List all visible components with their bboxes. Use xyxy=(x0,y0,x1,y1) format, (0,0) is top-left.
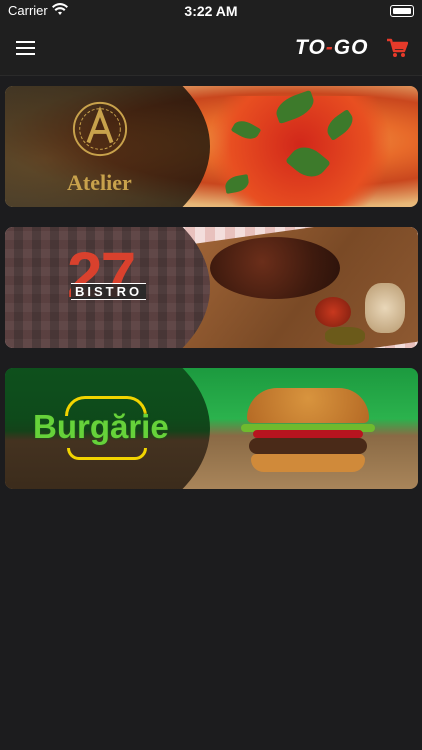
restaurant-name: Atelier xyxy=(5,86,6,87)
burgarie-logo-text: Burgărie xyxy=(33,408,169,445)
atelier-logo-text: Atelier xyxy=(67,170,132,195)
navigation-bar: TO-GO xyxy=(0,22,422,76)
hamburger-menu-icon[interactable] xyxy=(14,36,38,60)
bistro-logo-panel: 27 BISTRO Bistro 27 xyxy=(5,227,210,348)
restaurant-list: Atelier Atelier 27 BISTRO Bistro 27 xyxy=(5,86,418,509)
status-bar: Carrier 3:22 AM xyxy=(0,0,422,22)
restaurant-card-bistro-27[interactable]: 27 BISTRO Bistro 27 xyxy=(5,227,418,348)
togo-logo: TO-GO xyxy=(295,36,368,60)
battery-icon xyxy=(390,5,414,17)
logo-dash: - xyxy=(325,36,334,59)
restaurant-name: Burgărie xyxy=(5,368,6,369)
restaurant-name: Bistro 27 xyxy=(5,227,6,228)
bistro-logo-word: BISTRO xyxy=(71,283,147,300)
logo-text-right: GO xyxy=(333,36,369,59)
burgarie-bun-bottom-icon xyxy=(67,448,147,460)
restaurant-card-burgarie[interactable]: Burgărie Burgărie xyxy=(5,368,418,489)
logo-text-left: TO xyxy=(295,36,326,59)
atelier-logo-panel: Atelier Atelier xyxy=(5,86,210,207)
atelier-emblem-icon xyxy=(72,101,128,157)
restaurant-card-atelier[interactable]: Atelier Atelier xyxy=(5,86,418,207)
burgarie-logo-panel: Burgărie Burgărie xyxy=(5,368,210,489)
status-time: 3:22 AM xyxy=(184,3,238,19)
burger-illustration xyxy=(241,388,376,478)
shopping-cart-icon[interactable] xyxy=(386,38,408,58)
